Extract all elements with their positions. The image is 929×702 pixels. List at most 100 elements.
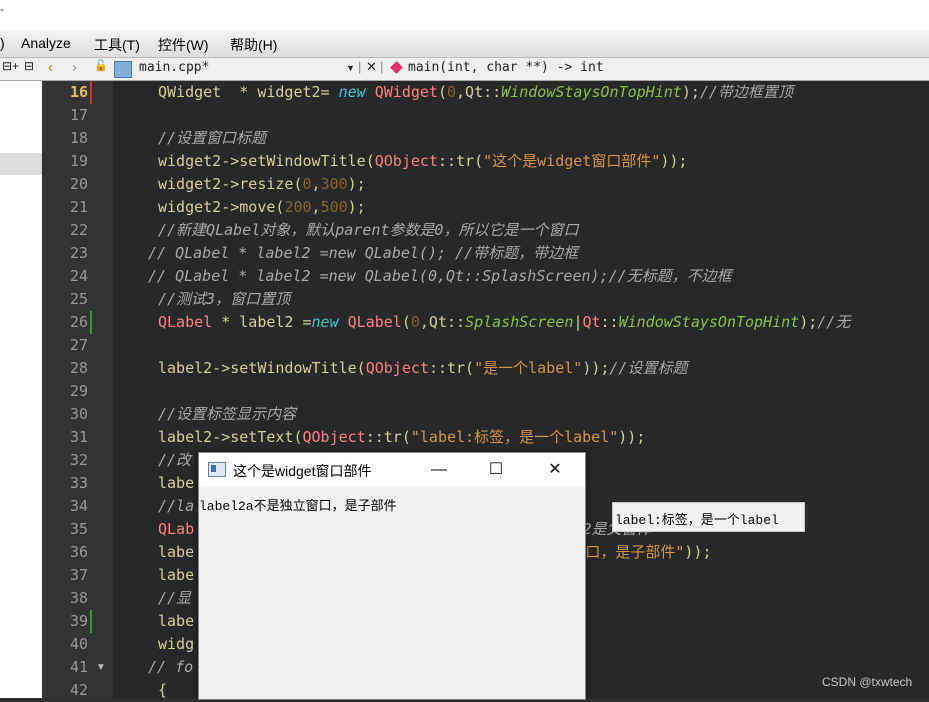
code-line: //la — [158, 495, 194, 518]
line-number: 36 — [69, 543, 88, 561]
line-number: 27 — [69, 336, 88, 354]
code-token: // QLabel * label2 =new QLabel(); //带标题，… — [148, 244, 579, 262]
change-marker — [90, 81, 92, 104]
splash-label-window: label:标签，是一个label — [612, 502, 805, 532]
menu-item-partial[interactable]: ) — [0, 35, 5, 51]
code-token: 0 — [447, 83, 457, 101]
code-token: labe — [158, 543, 195, 561]
code-token: labe — [158, 612, 195, 630]
code-token: )); — [582, 359, 610, 377]
function-icon — [390, 61, 403, 74]
divider: | — [380, 59, 384, 74]
code-token: // QLabel * label2 =new QLabel(0,Qt::Spl… — [148, 267, 732, 285]
panel-icon[interactable]: ⊟ — [24, 59, 34, 73]
code-token: SplashScreen — [465, 313, 574, 331]
line-number: 30 — [69, 405, 88, 423]
code-line: QLabel * label2 =new QLabel(0,Qt::Splash… — [158, 311, 850, 334]
code-token: ); — [347, 175, 366, 193]
menu-item-analyze[interactable]: Analyze — [21, 35, 71, 51]
code-token: 300 — [320, 175, 348, 193]
line-number: 18 — [69, 129, 88, 147]
code-token: ( — [401, 313, 411, 331]
code-token: WindowStaysOnTopHint — [501, 83, 682, 101]
code-token: //显 — [158, 589, 192, 607]
back-icon[interactable]: ‹ — [48, 59, 53, 76]
close-button[interactable]: ✕ — [535, 456, 575, 484]
code-token: ,Qt:: — [456, 83, 502, 101]
code-line: labe — [158, 610, 194, 633]
split-icon[interactable]: ⊟+ — [2, 59, 19, 73]
line-number: 25 — [69, 290, 88, 308]
code-token: ::tr( — [365, 428, 411, 446]
code-line: { — [158, 679, 167, 702]
selected-row[interactable] — [0, 153, 42, 175]
line-number: 41 — [69, 658, 88, 676]
code-token: //设置标题 — [609, 359, 688, 377]
line-number: 32 — [69, 451, 88, 469]
code-token: //带边框置顶 — [699, 83, 793, 101]
code-token: ); — [681, 83, 700, 101]
code-token: // fo — [148, 658, 194, 676]
chevron-down-icon[interactable]: ▼ — [346, 63, 355, 73]
line-number: 42 — [69, 681, 88, 699]
line-number: 16 — [69, 83, 88, 101]
code-line: label2->setWindowTitle(QObject::tr("是一个l… — [158, 357, 687, 380]
code-token: ::tr( — [437, 152, 484, 170]
code-line: //新建QLabel对象，默认parent参数是0，所以它是一个窗口 — [158, 219, 578, 242]
code-token: Qt — [582, 313, 601, 331]
code-token: QObject — [365, 359, 429, 377]
menu-item-tools[interactable]: 工具(T) — [94, 35, 140, 55]
code-token: //测试3，窗口置顶 — [158, 290, 291, 308]
line-number: 40 — [69, 635, 88, 653]
code-token: 200 — [284, 198, 312, 216]
code-token: ); — [347, 198, 366, 216]
code-token: * label2 = — [212, 313, 312, 331]
title-strip: - — [0, 0, 929, 30]
close-icon[interactable]: ✕ — [366, 59, 377, 75]
code-token: new — [338, 83, 366, 101]
code-token: ::tr( — [428, 359, 475, 377]
line-number: 39 — [69, 612, 88, 630]
widget-window[interactable]: 这个是widget窗口部件 — ☐ ✕ label2a不是独立窗口，是子部件 — [198, 452, 586, 700]
code-line: // fo — [148, 656, 193, 679]
minimize-button[interactable]: — — [419, 456, 459, 484]
code-token: //设置标签显示内容 — [158, 405, 297, 423]
line-number: 20 — [69, 175, 88, 193]
line-number: 23 — [69, 244, 88, 262]
fold-arrow-icon[interactable]: ▼ — [96, 662, 106, 673]
line-number: 22 — [69, 221, 88, 239]
code-line: QWidget * widget2= new QWidget(0,Qt::Win… — [158, 81, 793, 104]
code-token: QObject — [302, 428, 366, 446]
code-line: //测试3，窗口置顶 — [158, 288, 290, 311]
code-token: QObject — [374, 152, 438, 170]
code-token: widget2->setWindowTitle( — [158, 152, 375, 170]
code-token: )); — [618, 428, 646, 446]
code-line: //显 — [158, 587, 191, 610]
divider: | — [358, 59, 362, 74]
file-tab[interactable]: main.cpp* — [139, 60, 209, 75]
code-token: ); — [799, 313, 818, 331]
line-number: 35 — [69, 520, 88, 538]
code-token: //改 — [158, 451, 192, 469]
menu-item-help[interactable]: 帮助(H) — [230, 35, 277, 55]
maximize-button[interactable]: ☐ — [476, 456, 516, 484]
code-line: widget2->move(200,500); — [158, 196, 366, 219]
code-line: labe — [158, 472, 194, 495]
window-title-bar[interactable]: 这个是widget窗口部件 — ☐ ✕ — [199, 453, 585, 487]
code-line: //设置标签显示内容 — [158, 403, 296, 426]
code-line: widget2->resize(0,300); — [158, 173, 366, 196]
code-token: , — [311, 198, 321, 216]
code-token: 0 — [302, 175, 312, 193]
splash-label-text: label:标签，是一个label — [615, 513, 779, 528]
line-number: 29 — [69, 382, 88, 400]
menu-item-widgets[interactable]: 控件(W) — [158, 35, 209, 55]
line-number: 38 — [69, 589, 88, 607]
forward-icon[interactable]: › — [72, 59, 77, 76]
code-token: 0 — [410, 313, 420, 331]
line-number: 26 — [69, 313, 88, 331]
code-token: , — [311, 175, 321, 193]
function-combo[interactable]: main(int, char **) -> int — [408, 60, 604, 75]
code-token: "label:标签，是一个label" — [410, 428, 619, 446]
line-number: 31 — [69, 428, 88, 446]
code-token: "是一个label" — [474, 359, 583, 377]
